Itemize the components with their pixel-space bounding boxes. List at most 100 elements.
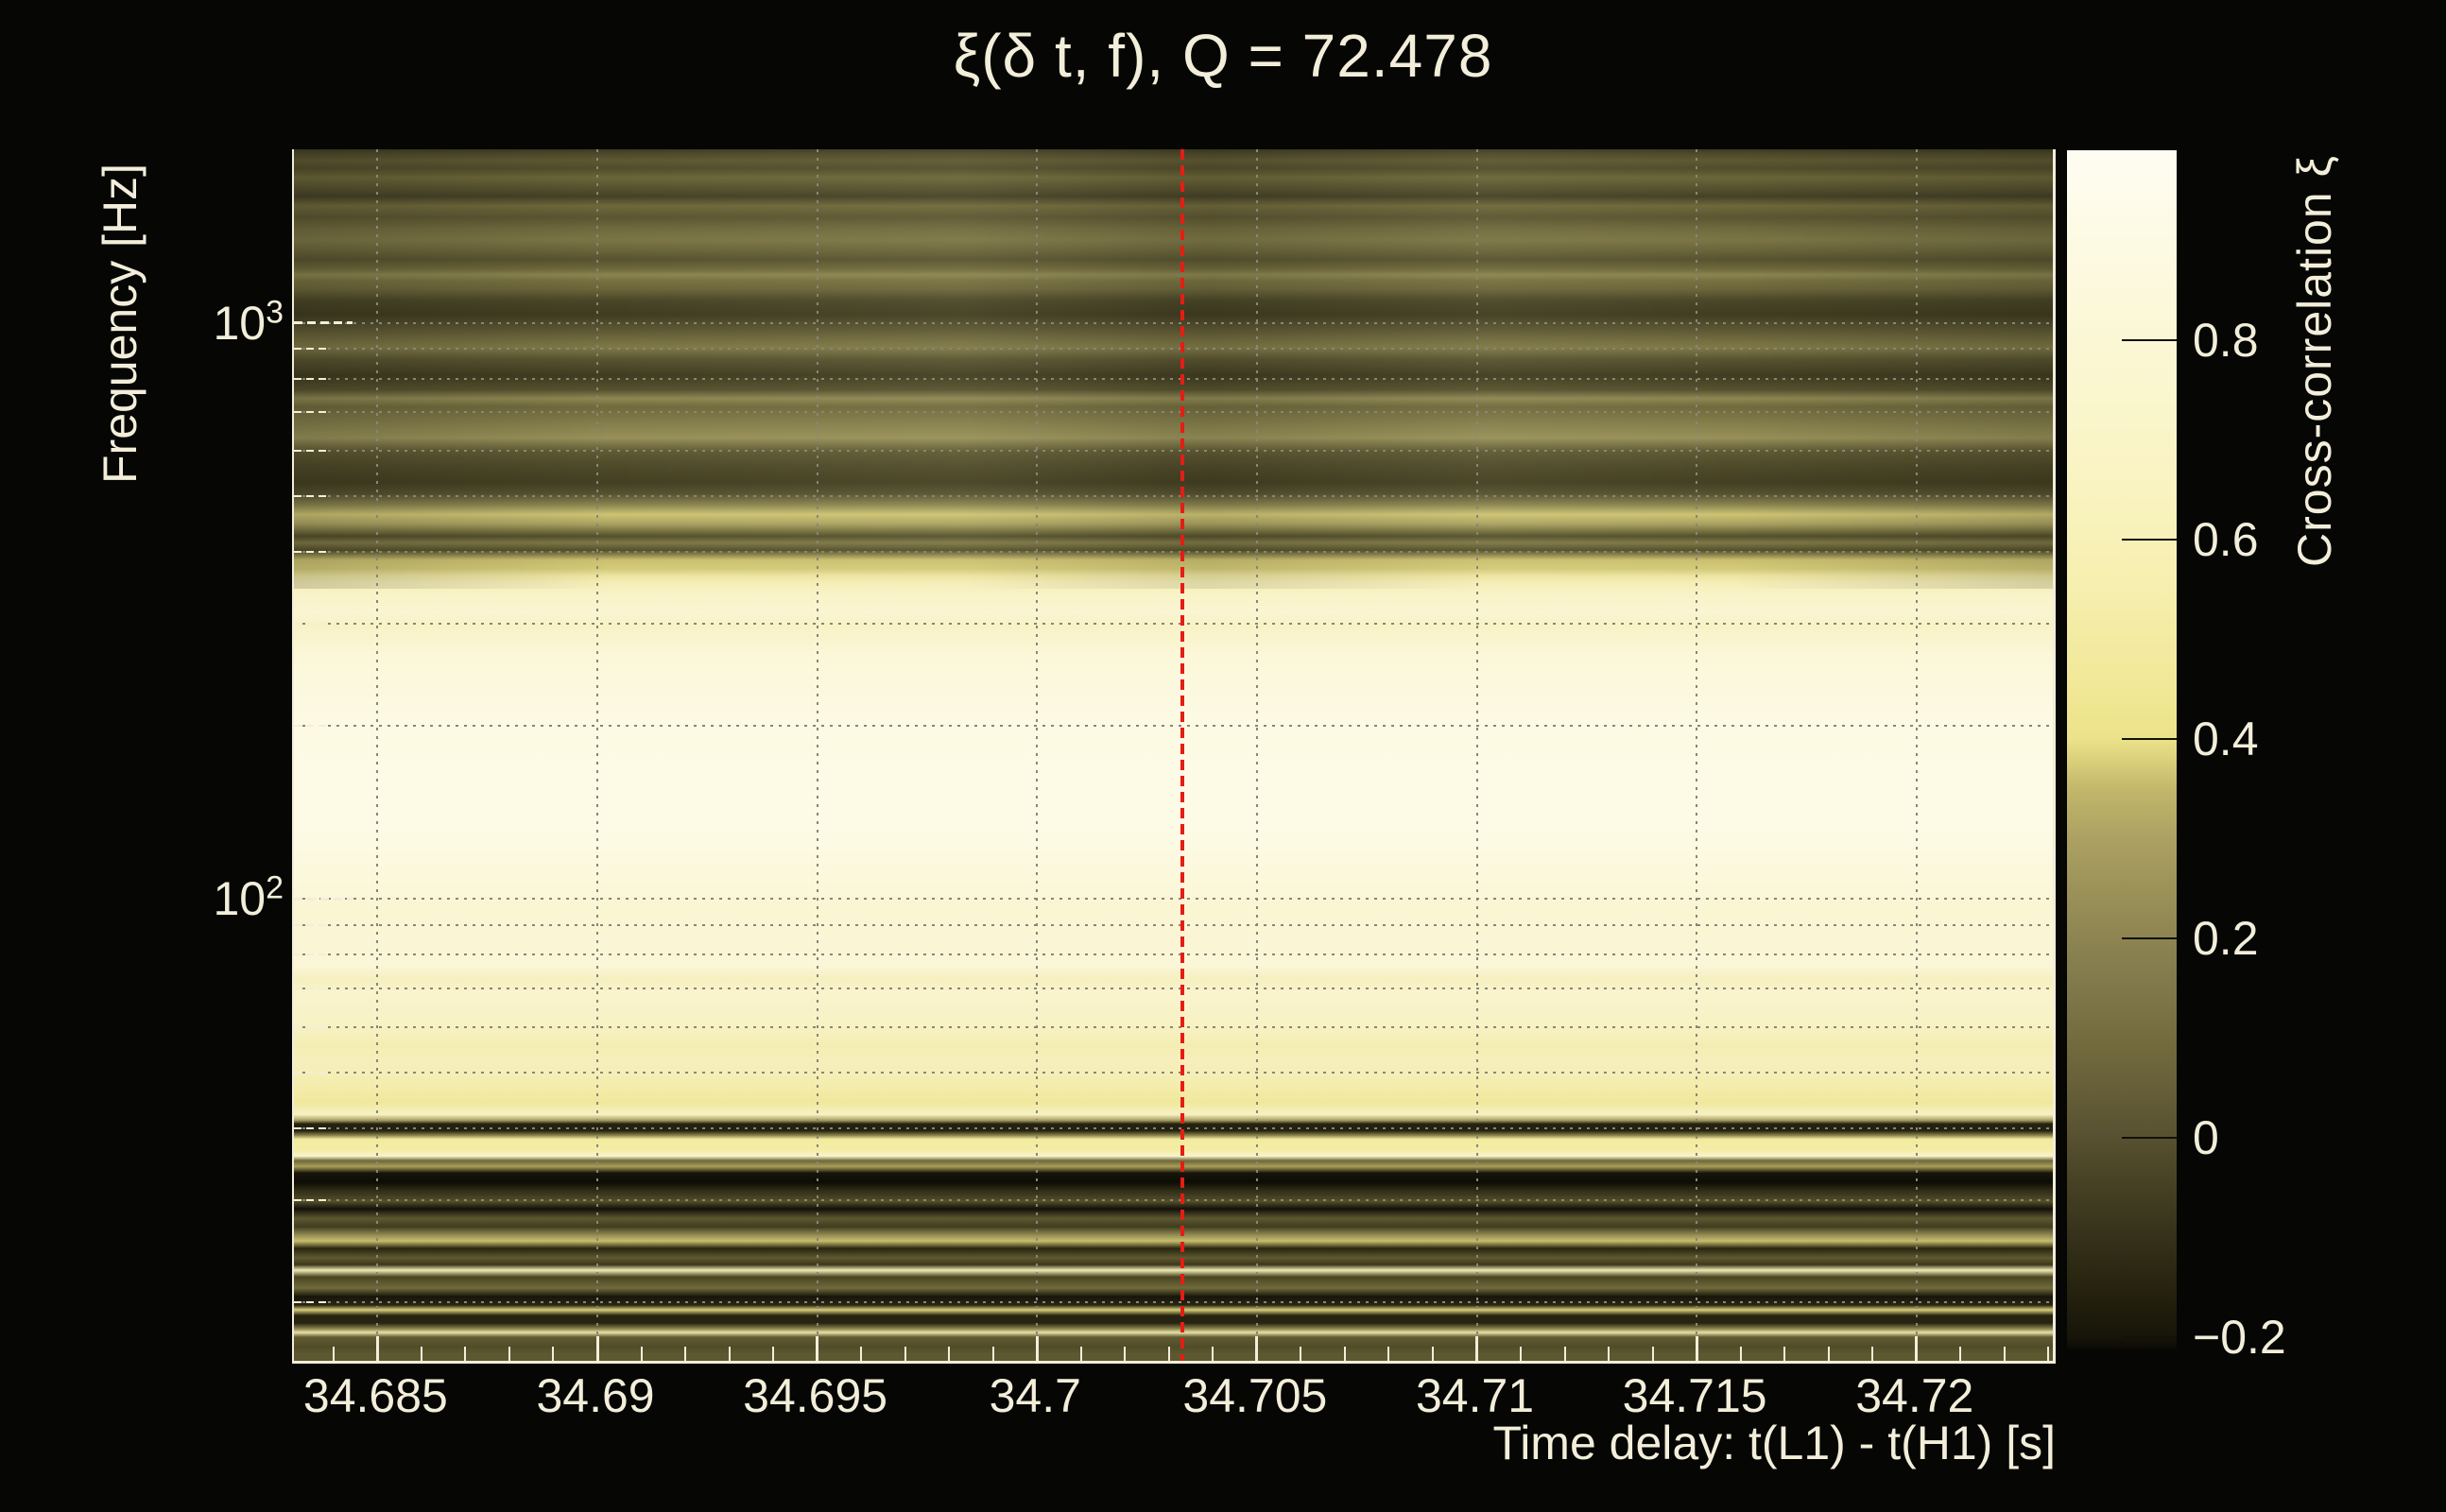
vertical-gridline: [1916, 149, 1918, 1361]
y-minor-tick: [294, 725, 326, 727]
x-major-tick: [816, 1336, 818, 1361]
x-minor-tick: [1300, 1347, 1301, 1361]
horizontal-gridline: [294, 1072, 2053, 1074]
x-major-tick: [376, 1336, 379, 1361]
x-minor-tick: [1959, 1347, 1961, 1361]
chart-title: ξ(δ t, f), Q = 72.478: [561, 21, 1885, 91]
vertical-gridline: [1036, 149, 1038, 1361]
x-minor-tick: [1871, 1347, 1873, 1361]
y-tick-label-base: 10: [213, 297, 266, 350]
horizontal-gridline: [294, 1026, 2053, 1028]
y-minor-tick: [294, 1127, 326, 1129]
x-minor-tick: [508, 1347, 510, 1361]
colorbar-title: Cross-correlation ξ: [2287, 155, 2342, 567]
x-minor-tick: [1387, 1347, 1389, 1361]
vertical-gridline: [596, 149, 598, 1361]
x-tick-label: 34.69: [482, 1368, 709, 1423]
colorbar-tick: [2122, 738, 2177, 740]
y-minor-tick: [294, 1072, 326, 1074]
x-tick-label: 34.72: [1801, 1368, 2028, 1423]
horizontal-gridline: [294, 1127, 2053, 1129]
y-tick-label-base: 10: [213, 872, 266, 925]
x-major-tick: [1036, 1336, 1039, 1361]
y-minor-tick: [294, 495, 326, 497]
x-minor-tick: [904, 1347, 906, 1361]
x-minor-tick: [333, 1347, 335, 1361]
x-minor-tick: [1168, 1347, 1170, 1361]
x-tick-label: 34.715: [1581, 1368, 1808, 1423]
x-minor-tick: [1564, 1347, 1566, 1361]
x-minor-tick: [1432, 1347, 1434, 1361]
x-tick-label: 34.7: [922, 1368, 1148, 1423]
vertical-gridline: [1476, 149, 1478, 1361]
horizontal-gridline: [294, 988, 2053, 989]
y-minor-tick: [294, 954, 326, 955]
colorbar-tick: [2122, 937, 2177, 939]
x-minor-tick: [1080, 1347, 1082, 1361]
colorbar-tick-label: 0.2: [2193, 910, 2438, 967]
y-minor-tick: [294, 1199, 326, 1201]
vertical-gridline: [1696, 149, 1697, 1361]
colorbar-tick: [2122, 1336, 2177, 1338]
x-minor-tick: [552, 1347, 554, 1361]
horizontal-gridline: [294, 450, 2053, 452]
heatmap-plot-area: [292, 149, 2056, 1364]
x-minor-tick: [2004, 1347, 2006, 1361]
horizontal-gridline: [294, 623, 2053, 625]
horizontal-gridline: [294, 924, 2053, 926]
y-tick-label-1e2: 102: [132, 870, 284, 927]
x-minor-tick: [992, 1347, 994, 1361]
x-minor-tick: [1783, 1347, 1785, 1361]
y-tick-label-exponent: 3: [266, 294, 284, 330]
x-minor-tick: [2047, 1347, 2049, 1361]
colorbar-tick-label: −0.2: [2193, 1309, 2438, 1366]
colorbar-tick-label: 0.4: [2193, 711, 2438, 767]
y-minor-tick: [294, 924, 326, 926]
horizontal-gridline: [294, 378, 2053, 380]
vertical-gridline: [817, 149, 818, 1361]
y-tick-label-exponent: 2: [266, 870, 284, 906]
x-tick-label: 34.685: [262, 1368, 489, 1423]
y-minor-tick: [294, 1301, 326, 1303]
x-minor-tick: [641, 1347, 643, 1361]
x-minor-tick: [1124, 1347, 1126, 1361]
y-minor-tick: [294, 450, 326, 452]
x-major-tick: [1255, 1336, 1258, 1361]
y-minor-tick: [294, 551, 326, 553]
x-minor-tick: [729, 1347, 731, 1361]
horizontal-gridline: [294, 322, 2053, 324]
x-minor-tick: [684, 1347, 686, 1361]
x-minor-tick: [1520, 1347, 1522, 1361]
y-minor-tick: [294, 1026, 326, 1028]
y-minor-tick: [294, 378, 326, 380]
horizontal-gridline: [294, 954, 2053, 955]
horizontal-gridline: [294, 1301, 2053, 1303]
time-delay-marker-line: [1180, 149, 1184, 1361]
x-minor-tick: [772, 1347, 774, 1361]
x-minor-tick: [1740, 1347, 1742, 1361]
horizontal-gridline: [294, 551, 2053, 553]
y-minor-tick: [294, 411, 326, 413]
x-tick-label: 34.695: [702, 1368, 929, 1423]
y-major-tick: [294, 321, 353, 324]
vertical-gridline: [1256, 149, 1258, 1361]
x-axis-title: Time delay: t(L1) - t(H1) [s]: [1205, 1416, 2056, 1470]
qscan-cross-correlation-figure: ξ(δ t, f), Q = 72.478 Frequency [Hz] 103…: [0, 0, 2446, 1512]
x-major-tick: [1915, 1336, 1918, 1361]
y-tick-label-1e3: 103: [132, 295, 284, 352]
y-minor-tick: [294, 348, 326, 350]
horizontal-gridline: [294, 411, 2053, 413]
x-tick-label: 34.705: [1142, 1368, 1369, 1423]
horizontal-gridline: [294, 725, 2053, 727]
x-minor-tick: [860, 1347, 862, 1361]
x-minor-tick: [1828, 1347, 1830, 1361]
x-tick-label: 34.71: [1362, 1368, 1589, 1423]
colorbar-tick: [2122, 1137, 2177, 1139]
cross-correlation-heatmap: [294, 149, 2053, 1361]
x-major-tick: [596, 1336, 599, 1361]
x-major-tick: [1475, 1336, 1478, 1361]
colorbar-tick-label: 0: [2193, 1109, 2438, 1166]
x-minor-tick: [464, 1347, 466, 1361]
x-minor-tick: [1212, 1347, 1214, 1361]
y-major-tick: [294, 898, 353, 901]
